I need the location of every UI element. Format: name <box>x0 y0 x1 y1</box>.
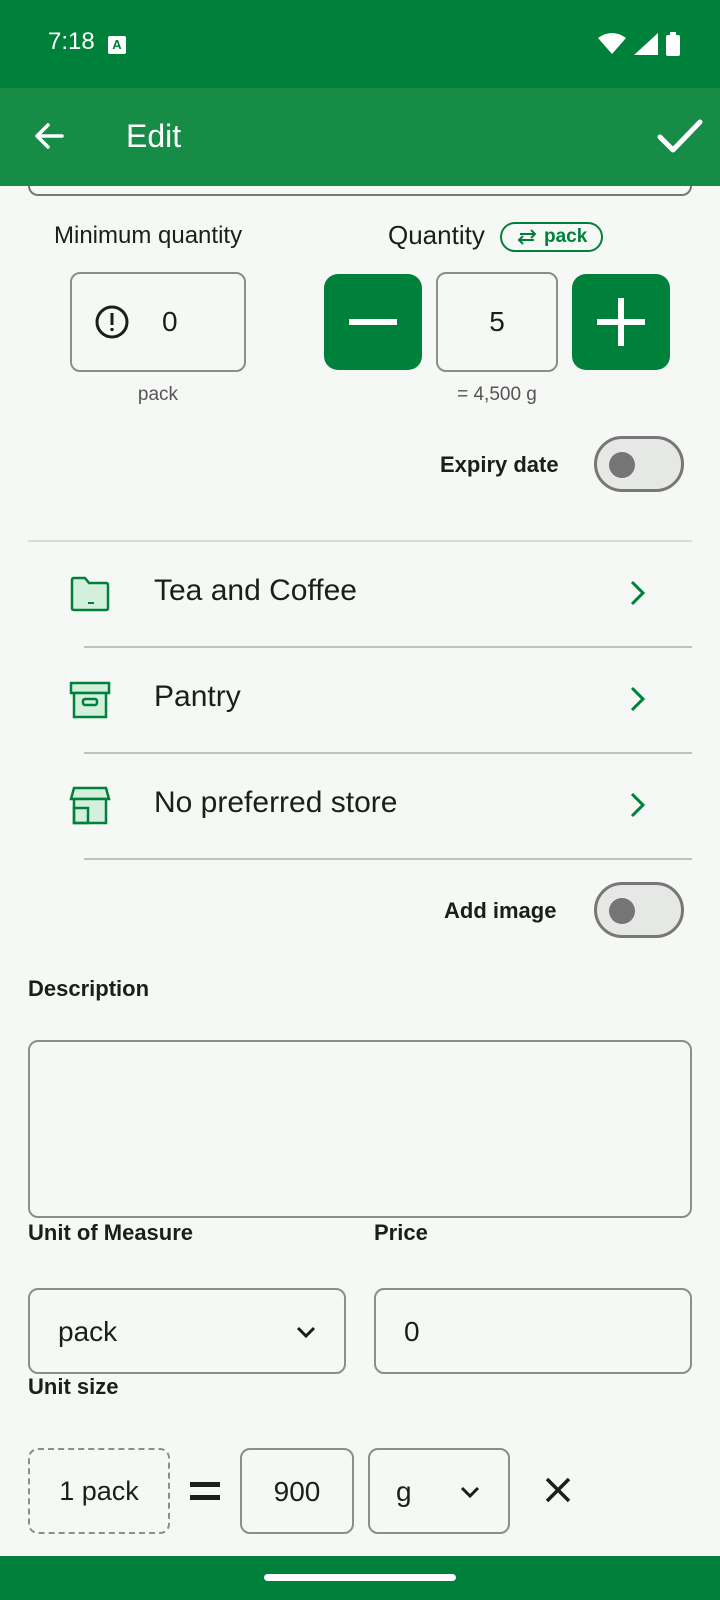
list-item-label: Tea and Coffee <box>154 574 357 607</box>
unit-of-measure-value: pack <box>58 1316 118 1347</box>
chevron-right-icon <box>630 686 646 712</box>
chevron-right-icon <box>630 580 646 606</box>
store-icon <box>69 786 111 825</box>
min-quantity-label: Minimum quantity <box>54 222 243 249</box>
wifi-icon <box>598 33 626 54</box>
unit-size-label: Unit size <box>28 1374 119 1399</box>
page-title: Edit <box>126 118 182 154</box>
status-bar: 7:18 A <box>0 0 720 88</box>
swap-arrows-icon <box>517 229 537 245</box>
app-bar: Edit <box>0 88 720 186</box>
toggle-knob <box>609 898 635 924</box>
min-quantity-unit: pack <box>137 384 179 405</box>
signal-icon <box>634 33 658 55</box>
alert-circle-icon <box>95 305 129 339</box>
unit-of-measure-label: Unit of Measure <box>28 1220 194 1245</box>
battery-icon <box>666 32 680 56</box>
unit-size-unit-select[interactable]: g <box>368 1448 510 1534</box>
minus-icon <box>349 319 397 325</box>
unit-size-amount-input[interactable]: 900 <box>240 1448 354 1534</box>
description-label: Description <box>28 976 150 1001</box>
back-arrow-icon[interactable] <box>30 116 70 156</box>
chevron-down-icon <box>460 1486 480 1499</box>
expiry-date-toggle[interactable] <box>594 436 684 492</box>
unit-size-from: 1 pack <box>28 1448 170 1534</box>
quantity-equivalent: = 4,500 g <box>457 384 537 405</box>
increase-quantity-button[interactable] <box>572 274 670 370</box>
chevron-down-icon <box>296 1326 316 1339</box>
list-item-label: Pantry <box>154 680 241 713</box>
unit-size-unit-value: g <box>396 1476 412 1507</box>
price-value: 0 <box>404 1316 420 1347</box>
price-label: Price <box>374 1220 428 1245</box>
expiry-date-label: Expiry date <box>440 452 559 477</box>
description-input[interactable] <box>28 1040 692 1218</box>
system-icons <box>598 32 680 56</box>
list-item-product-group[interactable]: Tea and Coffee <box>28 540 692 646</box>
archive-box-icon <box>69 681 111 719</box>
unit-size-from-value: 1 pack <box>59 1476 139 1506</box>
quantity-unit-chip-label: pack <box>544 226 588 247</box>
divider <box>84 858 692 860</box>
list-item-store[interactable]: No preferred store <box>28 752 692 858</box>
price-input[interactable]: 0 <box>374 1288 692 1374</box>
chevron-right-icon <box>630 792 646 818</box>
notification-badge-icon: A <box>108 36 126 54</box>
previous-field-edge <box>28 186 692 196</box>
list-item-label: No preferred store <box>154 786 398 819</box>
min-quantity-field[interactable]: 0 <box>70 272 246 372</box>
equals-icon <box>190 1482 220 1500</box>
unit-size-amount-value: 900 <box>273 1476 321 1507</box>
status-time: 7:18 <box>48 28 95 55</box>
min-quantity-value: 0 <box>162 306 178 337</box>
home-gesture-pill[interactable] <box>264 1574 456 1581</box>
quantity-label: Quantity <box>388 220 485 250</box>
quantity-unit-chip[interactable]: pack <box>500 222 604 252</box>
save-check-icon[interactable] <box>654 110 706 162</box>
edit-form[interactable]: Minimum quantity 0 pack Quantity pack 5 … <box>0 186 720 1556</box>
clear-unit-size-icon[interactable] <box>542 1474 574 1506</box>
add-image-label: Add image <box>444 898 557 923</box>
plus-icon <box>597 298 645 346</box>
toggle-knob <box>609 452 635 478</box>
navigation-bar <box>0 1556 720 1600</box>
list-item-location[interactable]: Pantry <box>28 646 692 752</box>
decrease-quantity-button[interactable] <box>324 274 422 370</box>
unit-of-measure-select[interactable]: pack <box>28 1288 346 1374</box>
quantity-value: 5 <box>489 306 505 337</box>
quantity-field[interactable]: 5 <box>436 272 558 372</box>
folder-icon <box>70 576 110 612</box>
add-image-toggle[interactable] <box>594 882 684 938</box>
